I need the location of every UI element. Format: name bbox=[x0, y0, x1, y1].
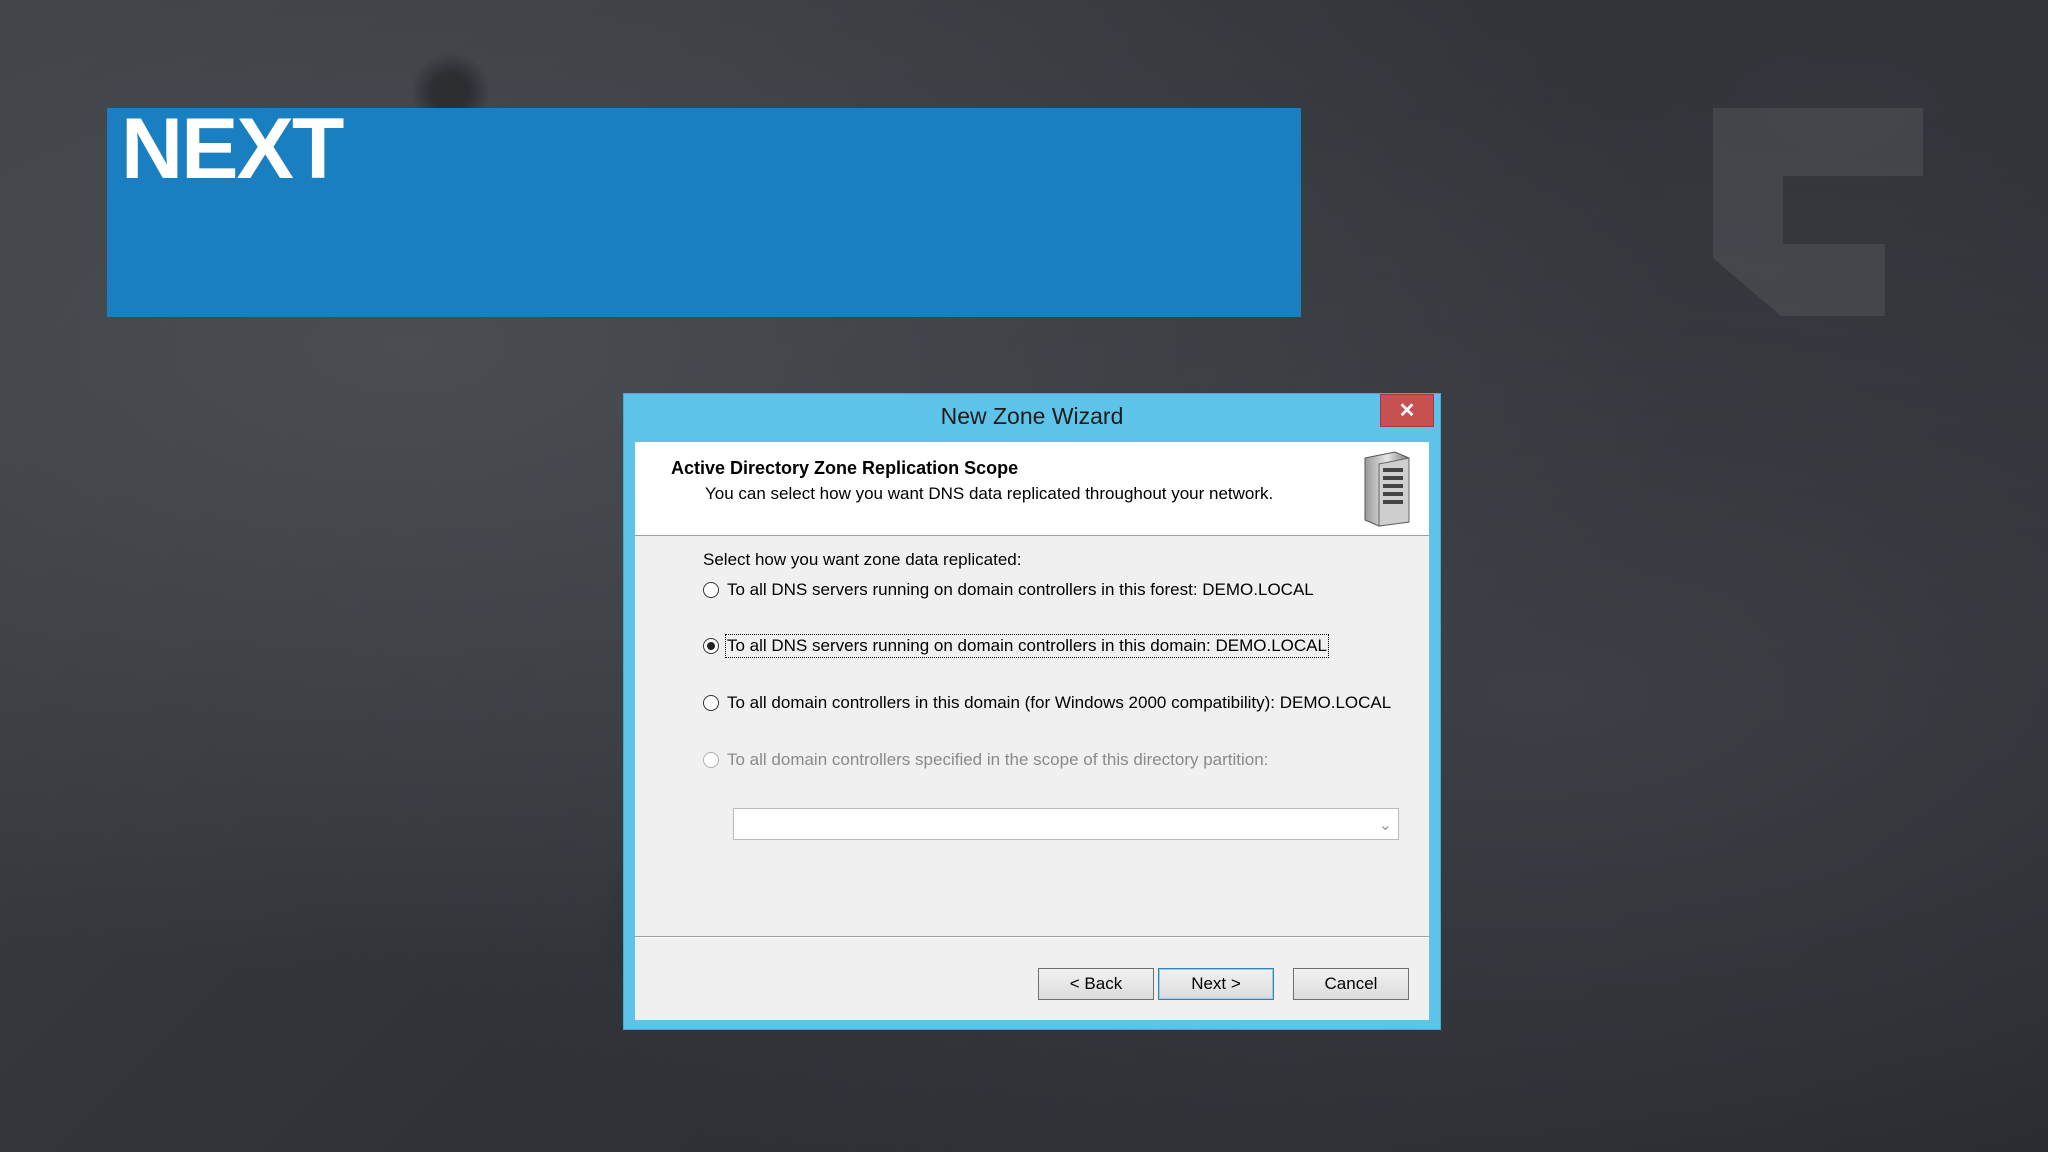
wizard-header: Active Directory Zone Replication Scope … bbox=[635, 442, 1429, 536]
slide-title-banner: NEXT bbox=[107, 101, 1301, 317]
option-windows-2000[interactable]: To all domain controllers in this domain… bbox=[703, 693, 1391, 713]
wizard-body: Select how you want zone data replicated… bbox=[635, 536, 1429, 936]
next-button[interactable]: Next > bbox=[1158, 968, 1274, 1000]
back-button[interactable]: < Back bbox=[1038, 968, 1154, 1000]
radio-windows-2000[interactable] bbox=[703, 695, 719, 711]
option-directory-partition-label: To all domain controllers specified in t… bbox=[727, 750, 1269, 769]
replication-prompt: Select how you want zone data replicated… bbox=[703, 550, 1022, 569]
brand-logo-watermark bbox=[1713, 108, 1923, 316]
footer-divider bbox=[635, 936, 1429, 938]
wizard-page-title: Active Directory Zone Replication Scope bbox=[671, 458, 1019, 478]
dialog-client-area: Active Directory Zone Replication Scope … bbox=[635, 442, 1429, 1020]
chevron-down-icon: ⌄ bbox=[1378, 815, 1392, 834]
new-zone-wizard-dialog: New Zone Wizard ✕ Active Directory Zone … bbox=[623, 393, 1441, 1030]
dialog-title: New Zone Wizard bbox=[940, 403, 1124, 429]
option-directory-partition: To all domain controllers specified in t… bbox=[703, 750, 1268, 770]
radio-directory-partition bbox=[703, 752, 719, 768]
radio-forest[interactable] bbox=[703, 582, 719, 598]
option-domain-label: To all DNS servers running on domain con… bbox=[725, 634, 1329, 658]
close-icon: ✕ bbox=[1398, 400, 1416, 422]
partition-combo: ⌄ bbox=[733, 808, 1399, 840]
option-domain[interactable]: To all DNS servers running on domain con… bbox=[703, 634, 1329, 658]
option-windows-2000-label: To all domain controllers in this domain… bbox=[727, 693, 1392, 712]
slide-title: NEXT bbox=[121, 101, 344, 197]
dialog-titlebar[interactable]: New Zone Wizard ✕ bbox=[624, 394, 1440, 442]
close-button[interactable]: ✕ bbox=[1380, 394, 1434, 427]
option-forest-label: To all DNS servers running on domain con… bbox=[727, 580, 1314, 599]
option-forest[interactable]: To all DNS servers running on domain con… bbox=[703, 580, 1314, 600]
cancel-button[interactable]: Cancel bbox=[1293, 968, 1409, 1000]
server-icon bbox=[1364, 451, 1410, 527]
wizard-page-subtitle: You can select how you want DNS data rep… bbox=[705, 484, 1274, 503]
radio-domain[interactable] bbox=[703, 638, 719, 654]
